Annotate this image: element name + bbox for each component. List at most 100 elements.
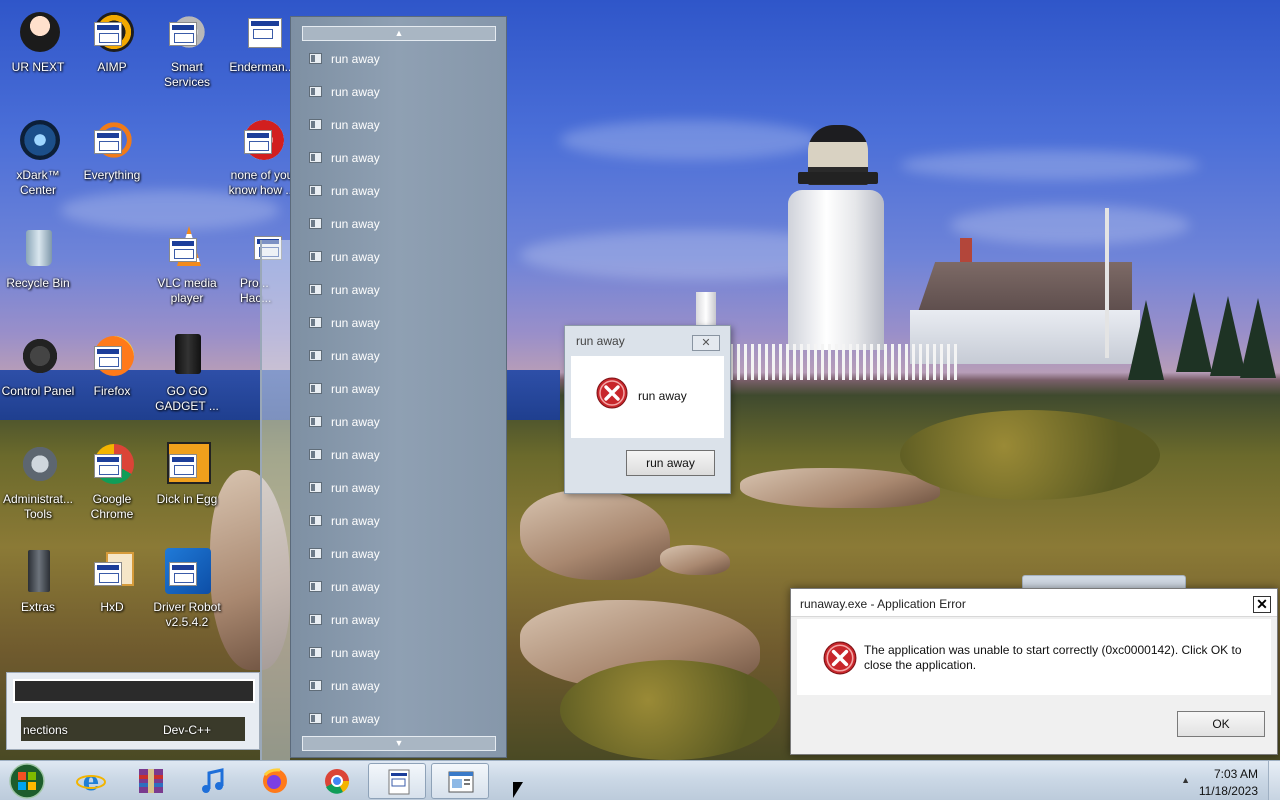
desktop-icon-label: VLC media player xyxy=(157,276,217,305)
desktop-icon-vlc[interactable]: VLC media player xyxy=(149,224,225,306)
list-item[interactable]: run away xyxy=(309,676,489,696)
list-item[interactable]: run away xyxy=(309,511,489,531)
background-window-text: Dev-C++ xyxy=(163,723,212,737)
desktop-icon-label: HxD xyxy=(100,600,124,614)
list-item-label: run away xyxy=(331,316,380,330)
clock-date[interactable]: 11/18/2023 xyxy=(1199,784,1258,798)
itunes-icon xyxy=(202,768,224,793)
background-window-strip xyxy=(13,679,255,703)
list-item[interactable]: run away xyxy=(309,577,489,597)
desktop-icon-extras[interactable]: Extras xyxy=(0,548,76,615)
scroll-down-button[interactable]: ▼ xyxy=(302,736,496,751)
list-item[interactable]: run away xyxy=(309,115,489,135)
scroll-up-button[interactable]: ▲ xyxy=(302,26,496,41)
chrome-icon xyxy=(325,769,350,794)
desktop-icon-dick-in-egg[interactable]: Dick in Egg xyxy=(149,440,225,507)
list-item[interactable]: run away xyxy=(309,544,489,564)
window-icon xyxy=(309,53,322,64)
background-window[interactable]: nections Dev-C++ xyxy=(6,672,260,750)
list-item-label: run away xyxy=(331,448,380,462)
desktop-icon-hxd[interactable]: HxD xyxy=(74,548,150,615)
ok-button[interactable]: OK xyxy=(1177,711,1265,737)
desktop-icon-ur-next[interactable]: UR NEXT xyxy=(0,8,76,75)
list-item[interactable]: run away xyxy=(309,82,489,102)
close-button[interactable]: ✕ xyxy=(1253,596,1271,613)
desktop-icon-aimp[interactable]: AIMP xyxy=(74,8,150,75)
window-icon xyxy=(309,680,322,691)
application-error-dialog[interactable]: runaway.exe - Application Error ✕ The ap… xyxy=(790,588,1278,755)
runaway-app-icon xyxy=(388,769,410,795)
window-icon xyxy=(309,185,322,196)
window-app-icon xyxy=(448,771,474,793)
start-button-windows-logo-icon[interactable] xyxy=(4,762,50,800)
taskbar-itunes[interactable] xyxy=(184,763,242,799)
desktop-icon-control-panel[interactable]: Control Panel xyxy=(0,332,76,399)
list-item[interactable]: run away xyxy=(309,445,489,465)
window-icon xyxy=(309,548,322,559)
list-item[interactable]: run away xyxy=(309,379,489,399)
taskbar-internet-explorer[interactable]: e xyxy=(62,763,120,799)
list-item-label: run away xyxy=(331,283,380,297)
taskbar-runaway-app[interactable] xyxy=(368,763,426,799)
list-item[interactable]: run away xyxy=(309,346,489,366)
background-window-edge xyxy=(260,240,290,760)
list-item-label: run away xyxy=(331,118,380,132)
desktop-icon-label: Google Chrome xyxy=(90,492,134,521)
desktop-icon-none-of-you[interactable]: none of you know how ... xyxy=(224,116,300,198)
internet-explorer-icon: e xyxy=(76,767,106,795)
run-away-dialog[interactable]: run away ✕ run away run away xyxy=(564,325,731,494)
xdark-icon xyxy=(20,120,60,160)
desktop-icon-label: Administrat... Tools xyxy=(2,492,74,521)
run-away-button[interactable]: run away xyxy=(626,450,715,476)
show-desktop-button[interactable] xyxy=(1268,761,1280,800)
window-icon xyxy=(309,449,322,460)
list-item-label: run away xyxy=(331,679,380,693)
desktop-icon-enderman[interactable]: Enderman... xyxy=(224,8,300,75)
list-item[interactable]: run away xyxy=(309,643,489,663)
taskbar-winrar[interactable] xyxy=(122,763,180,799)
desktop-icon-smart-services[interactable]: Smart Services xyxy=(149,8,225,90)
list-item[interactable]: run away xyxy=(309,478,489,498)
list-item[interactable]: run away xyxy=(309,49,489,69)
desktop-icon-everything[interactable]: Everything xyxy=(74,116,150,183)
desktop-icon-label: xDark™ Center xyxy=(16,168,60,197)
list-item[interactable]: run away xyxy=(309,313,489,333)
list-item[interactable]: run away xyxy=(309,148,489,168)
gadget-icon xyxy=(175,334,201,374)
error-icon xyxy=(596,377,628,409)
list-item[interactable]: run away xyxy=(309,247,489,267)
desktop-icon-recycle-bin[interactable]: Recycle Bin xyxy=(0,224,76,291)
window-icon xyxy=(309,86,322,97)
window-icon xyxy=(309,614,322,625)
list-item[interactable]: run away xyxy=(309,280,489,300)
window-icon xyxy=(309,284,322,295)
list-item-label: run away xyxy=(331,217,380,231)
run-away-list-panel[interactable]: ▲ run away run away run away run away run aw… xyxy=(290,16,507,758)
desktop-icon-google-chrome[interactable]: Google Chrome xyxy=(74,440,150,522)
close-button[interactable]: ✕ xyxy=(692,335,720,351)
window-icon xyxy=(309,317,322,328)
list-item[interactable]: run away xyxy=(309,412,489,432)
system-tray: ▲ 7:03 AM 11/18/2023 xyxy=(1170,761,1280,800)
taskbar-chrome[interactable] xyxy=(308,763,366,799)
desktop-icon-firefox[interactable]: Firefox xyxy=(74,332,150,399)
anime-character-icon xyxy=(20,12,60,52)
show-hidden-icons-arrow-icon[interactable]: ▲ xyxy=(1181,775,1190,785)
desktop-icon-label: Enderman... xyxy=(229,60,295,74)
desktop-icon-label: none of you know how ... xyxy=(228,168,296,197)
desktop-icon-xdark-center[interactable]: xDark™ Center xyxy=(0,116,76,198)
desktop-icon-label: Everything xyxy=(83,168,141,182)
desktop-icon-driver-robot[interactable]: Driver Robot v2.5.4.2 xyxy=(149,548,225,630)
taskbar-firefox[interactable] xyxy=(246,763,304,799)
list-item-label: run away xyxy=(331,415,380,429)
taskbar-window-app[interactable] xyxy=(431,763,489,799)
desktop-icon-admin-tools[interactable]: Administrat... Tools xyxy=(0,440,76,522)
clock-time[interactable]: 7:03 AM xyxy=(1214,767,1258,781)
list-item[interactable]: run away xyxy=(309,709,489,729)
error-icon xyxy=(823,641,857,675)
list-item[interactable]: run away xyxy=(309,181,489,201)
list-item[interactable]: run away xyxy=(309,610,489,630)
desktop-icon-go-go-gadget[interactable]: GO GO GADGET ... xyxy=(149,332,225,414)
list-item[interactable]: run away xyxy=(309,214,489,234)
dialog-title: runaway.exe - Application Error xyxy=(791,589,1277,617)
